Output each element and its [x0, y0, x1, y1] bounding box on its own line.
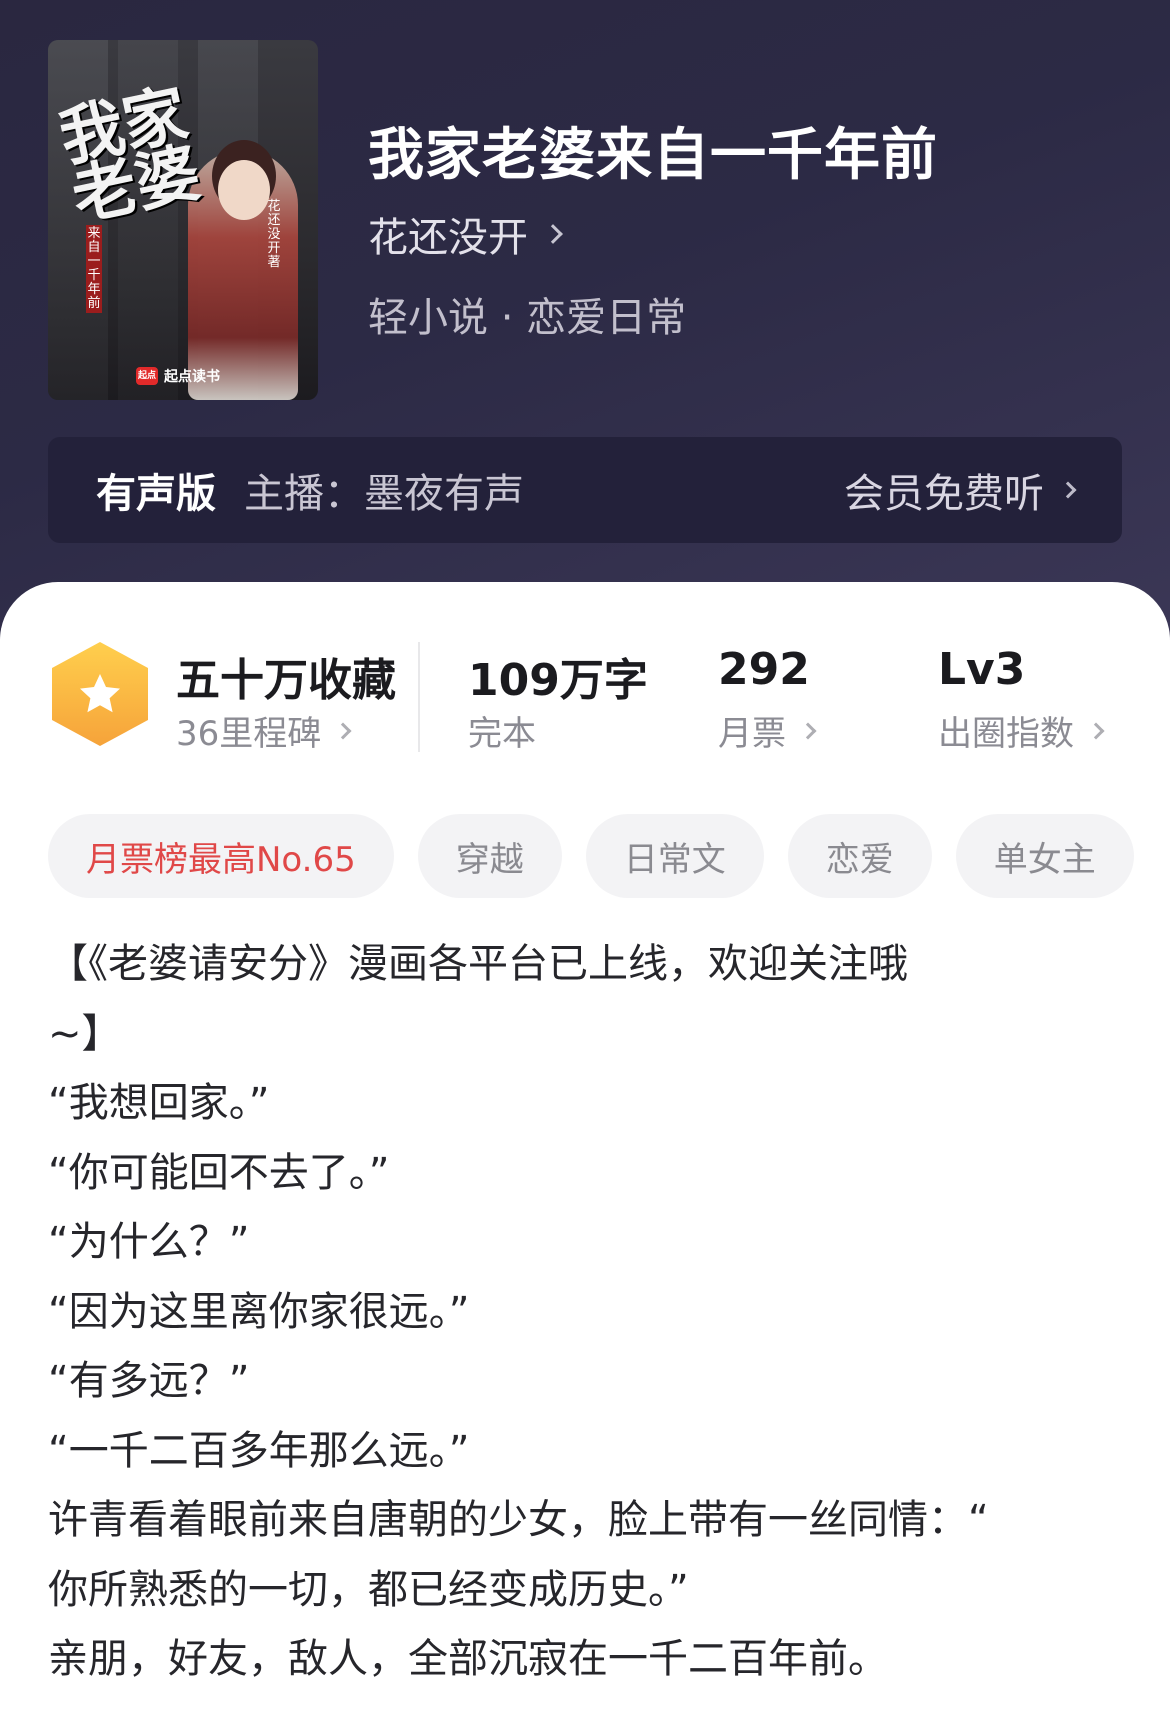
status-label: 完本 [468, 706, 536, 755]
milestone-link[interactable]: 36里程碑 [176, 706, 352, 755]
brand-logo-icon: 起点 [136, 367, 158, 385]
synopsis-line: 许青看着眼前来自唐朝的少女，脸上带有一丝同情：“ [48, 1497, 989, 1543]
status-text: 完本 [468, 714, 536, 754]
book-info-card: 五十万收藏 36里程碑 109万字 完本 292 月票 Lv3 出圈指数 月票榜… [0, 582, 1170, 1710]
popularity-index-label: 出圈指数 [938, 714, 1074, 754]
synopsis-line: “因为这里离你家很远。” [48, 1288, 470, 1335]
brand-name: 起点读书 [164, 369, 220, 385]
tag-list: 月票榜最高No.65 穿越 日常文 恋爱 单女主 [48, 814, 1134, 898]
audio-host: 主播：墨夜有声 [244, 471, 524, 517]
tag-chip-ranking[interactable]: 月票榜最高No.65 [48, 814, 394, 898]
collect-count: 五十万收藏 [176, 655, 396, 706]
tag-chip[interactable]: 恋爱 [787, 814, 932, 898]
cover-title-art: 我家老婆 [53, 76, 207, 236]
star-icon [80, 674, 120, 713]
monthly-votes-count: 292 [718, 644, 810, 695]
book-header: 我家老婆 来自一千年前 花还没开著 起点 起点读书 我家老婆来自一千年前 花还没… [0, 0, 1170, 640]
popularity-index-link[interactable]: 出圈指数 [938, 706, 1105, 755]
tag-chip[interactable]: 单女主 [955, 814, 1134, 898]
chevron-right-icon [799, 722, 817, 739]
cover-face [218, 160, 270, 220]
cover-subtitle-art: 来自一千年前 [86, 225, 102, 313]
synopsis-line: “一千二百多年那么远。” [48, 1427, 470, 1474]
book-title: 我家老婆来自一千年前 [368, 123, 938, 188]
monthly-votes-link[interactable]: 月票 [718, 706, 817, 755]
cover-author-art: 花还没开著 [267, 199, 281, 270]
book-synopsis[interactable]: 【《老婆请安分》漫画各平台已上线，欢迎关注哦 ~】 “我想回家。” “你可能回不… [48, 930, 1128, 1695]
synopsis-line: 你所熟悉的一切，都已经变成历史。” [48, 1566, 689, 1613]
cover-brand: 起点 起点读书 [136, 366, 220, 386]
audio-label: 有声版 [96, 471, 216, 517]
chevron-right-icon [543, 224, 563, 244]
member-free-listen-label: 会员免费听 [844, 471, 1044, 517]
collection-badge-icon [52, 642, 148, 746]
tag-chip[interactable]: 穿越 [417, 814, 562, 898]
tag-chip[interactable]: 日常文 [585, 814, 764, 898]
chevron-right-icon [334, 722, 352, 739]
stats-row: 五十万收藏 36里程碑 109万字 完本 292 月票 Lv3 出圈指数 [0, 582, 1170, 762]
synopsis-line: “我想回家。” [48, 1080, 270, 1126]
book-genre: 轻小说 · 恋爱日常 [368, 295, 687, 341]
audio-version-bar[interactable]: 有声版 主播：墨夜有声 会员免费听 [48, 437, 1122, 543]
stats-divider [418, 642, 420, 752]
synopsis-line: 亲朋，好友，敌人，全部沉寂在一千二百年前。 [48, 1636, 888, 1682]
author-name: 花还没开 [368, 215, 528, 261]
synopsis-line: “你可能回不去了。” [48, 1149, 390, 1196]
synopsis-line: ~】 [48, 1010, 122, 1057]
synopsis-line: “为什么？” [48, 1219, 250, 1265]
member-free-listen-button[interactable]: 会员免费听 [844, 461, 1077, 519]
word-count: 109万字 [468, 655, 648, 706]
milestone-label: 36里程碑 [176, 714, 322, 754]
synopsis-line: 【《老婆请安分》漫画各平台已上线，欢迎关注哦 [48, 941, 908, 987]
synopsis-line: “有多远？” [48, 1358, 250, 1404]
chevron-right-icon [1059, 481, 1077, 499]
author-link[interactable]: 花还没开 [368, 205, 563, 263]
monthly-votes-label: 月票 [718, 714, 786, 754]
level-value: Lv3 [938, 644, 1026, 695]
chevron-right-icon [1087, 722, 1105, 739]
book-cover[interactable]: 我家老婆 来自一千年前 花还没开著 起点 起点读书 [48, 40, 318, 400]
